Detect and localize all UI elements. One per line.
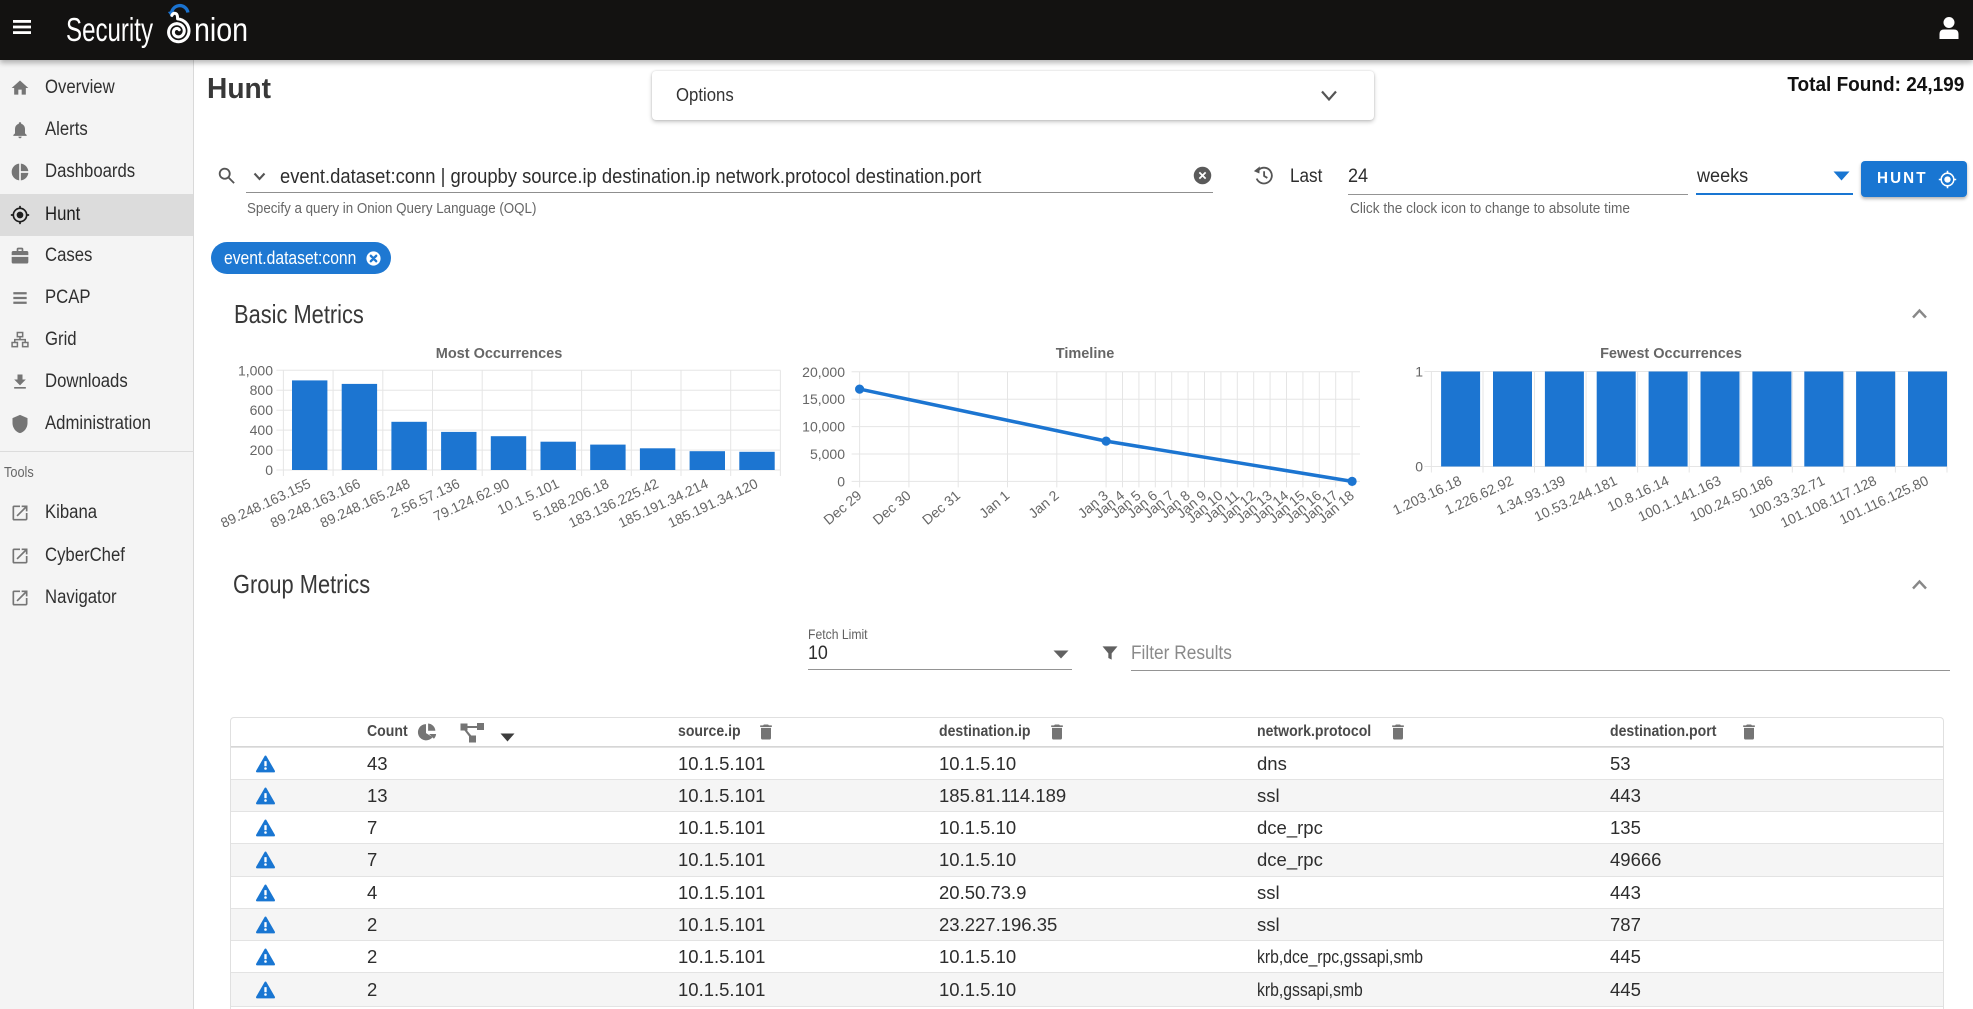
svg-text:1: 1 bbox=[1415, 364, 1423, 380]
svg-text:200: 200 bbox=[250, 442, 274, 458]
svg-text:0: 0 bbox=[837, 473, 845, 489]
svg-text:Jan 1: Jan 1 bbox=[976, 487, 1013, 521]
svg-text:10,000: 10,000 bbox=[802, 419, 845, 435]
svg-text:800: 800 bbox=[250, 382, 274, 398]
svg-text:400: 400 bbox=[250, 422, 274, 438]
svg-text:20,000: 20,000 bbox=[802, 364, 845, 380]
svg-text:0: 0 bbox=[1415, 459, 1423, 475]
svg-text:Most Occurrences: Most Occurrences bbox=[436, 346, 563, 362]
svg-text:15,000: 15,000 bbox=[802, 391, 845, 407]
svg-text:Dec 30: Dec 30 bbox=[870, 487, 914, 528]
svg-text:Dec 31: Dec 31 bbox=[919, 487, 963, 528]
svg-text:600: 600 bbox=[250, 402, 274, 418]
svg-text:1,000: 1,000 bbox=[238, 362, 273, 378]
svg-text:5,000: 5,000 bbox=[810, 446, 845, 462]
svg-text:Dec 29: Dec 29 bbox=[820, 487, 864, 528]
svg-text:Fewest Occurrences: Fewest Occurrences bbox=[1600, 346, 1742, 362]
svg-text:Jan 2: Jan 2 bbox=[1025, 487, 1062, 521]
svg-text:Timeline: Timeline bbox=[1056, 346, 1115, 362]
svg-text:0: 0 bbox=[265, 462, 273, 478]
